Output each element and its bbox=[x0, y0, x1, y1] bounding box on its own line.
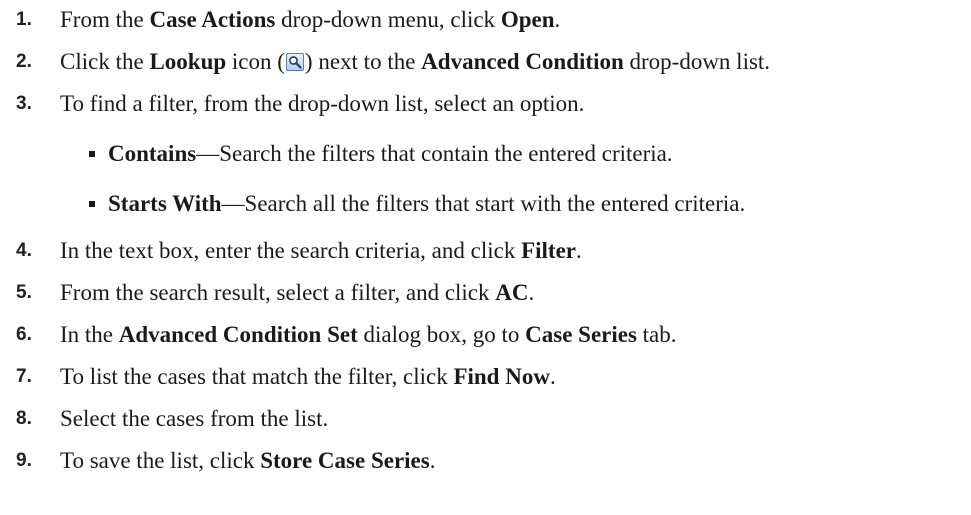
option-description: —Search all the filters that start with … bbox=[221, 191, 746, 216]
text-run: . bbox=[549, 364, 556, 389]
ui-term-advanced-condition: Advanced Condition bbox=[421, 49, 624, 74]
magnifier-lookup-icon bbox=[285, 53, 304, 71]
ui-term-filter: Filter bbox=[521, 238, 576, 263]
step-number: 9. bbox=[16, 450, 32, 471]
ui-term-case-actions: Case Actions bbox=[149, 7, 276, 32]
option-term: Starts With bbox=[108, 191, 222, 216]
step-number: 7. bbox=[16, 366, 32, 387]
square-bullet bbox=[89, 201, 95, 207]
text-run: To list the cases that match the filter,… bbox=[60, 364, 454, 389]
step-text: Select the cases from the list. bbox=[60, 406, 329, 431]
text-run: In the bbox=[60, 322, 119, 347]
text-run: icon ( bbox=[226, 49, 285, 74]
ui-term-lookup: Lookup bbox=[149, 49, 227, 74]
text-run: drop-down menu, click bbox=[275, 7, 501, 32]
text-run: drop-down list. bbox=[623, 49, 771, 74]
step-number: 5. bbox=[16, 282, 32, 303]
option-text: Starts With—Search all the filters that … bbox=[108, 184, 745, 224]
step-text: In the Advanced Condition Set dialog box… bbox=[60, 315, 677, 355]
text-run: From the search result, select a filter,… bbox=[60, 280, 496, 305]
step-number: 4. bbox=[16, 240, 32, 261]
text-run: From the bbox=[60, 7, 150, 32]
text-run: To save the list, click bbox=[60, 448, 261, 473]
step-text: Click the Lookup icon ( ) next to the Adv… bbox=[60, 42, 770, 82]
step-number: 2. bbox=[16, 51, 32, 72]
ui-term-case-series: Case Series bbox=[525, 322, 637, 347]
text-run: Click the bbox=[60, 49, 150, 74]
step-number: 3. bbox=[16, 93, 32, 114]
step-text: From the search result, select a filter,… bbox=[60, 273, 534, 313]
step-number: 6. bbox=[16, 324, 32, 345]
text-run: . bbox=[528, 280, 535, 305]
step-text: To list the cases that match the filter,… bbox=[60, 357, 556, 397]
ui-term-find-now: Find Now bbox=[453, 364, 550, 389]
text-run: ) next to the bbox=[304, 49, 422, 74]
step-number: 8. bbox=[16, 408, 32, 429]
procedure-document: 1. From the Case Actions drop-down menu,… bbox=[0, 0, 971, 515]
step-text: To find a filter, from the drop-down lis… bbox=[60, 91, 585, 116]
step-text: To save the list, click Store Case Serie… bbox=[60, 441, 435, 481]
square-bullet bbox=[89, 151, 95, 157]
step-text: From the Case Actions drop-down menu, cl… bbox=[60, 0, 560, 40]
step-text: In the text box, enter the search criter… bbox=[60, 231, 582, 271]
text-run: . bbox=[554, 7, 561, 32]
ui-term-ac: AC bbox=[495, 280, 529, 305]
text-run: . bbox=[575, 238, 582, 263]
text-run: dialog box, go to bbox=[357, 322, 526, 347]
step-number: 1. bbox=[16, 9, 32, 30]
text-run: . bbox=[429, 448, 436, 473]
option-term: Contains bbox=[108, 141, 197, 166]
option-text: Contains—Search the filters that contain… bbox=[108, 134, 673, 174]
text-run: In the text box, enter the search criter… bbox=[60, 238, 522, 263]
ui-term-open: Open bbox=[500, 7, 555, 32]
text-run: tab. bbox=[636, 322, 677, 347]
ui-term-advanced-condition-set: Advanced Condition Set bbox=[118, 322, 358, 347]
ui-term-store-case-series: Store Case Series bbox=[260, 448, 430, 473]
option-description: —Search the filters that contain the ent… bbox=[196, 141, 673, 166]
